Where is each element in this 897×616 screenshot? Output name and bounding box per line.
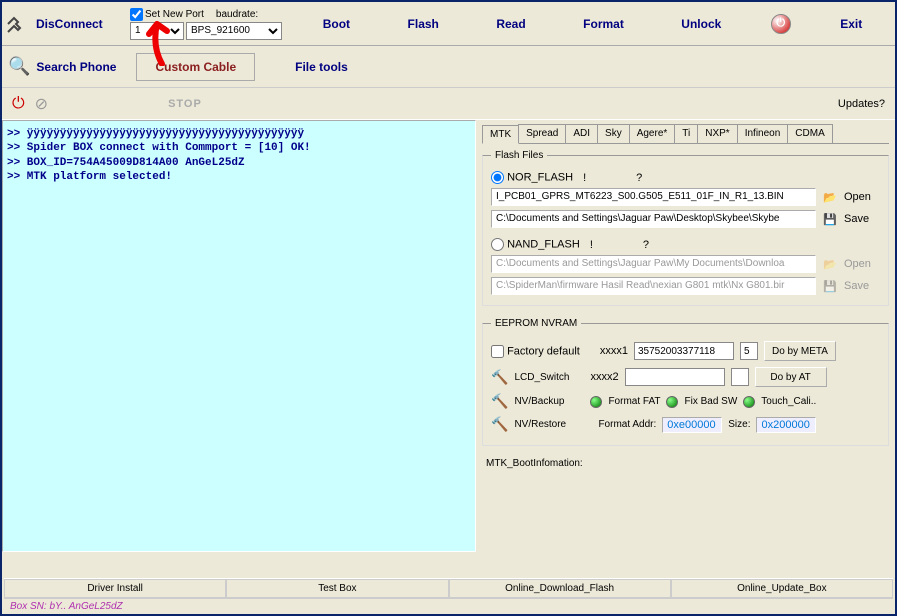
save-button[interactable]: Save [844,213,880,225]
platform-tabs: MTK Spread ADI Sky Agere* Ti NXP* Infine… [482,124,889,144]
cancel-icon: ⊘ [35,94,48,114]
magnifier-icon: 🔍 [8,56,30,77]
log-line: >> ÿÿÿÿÿÿÿÿÿÿÿÿÿÿÿÿÿÿÿÿÿÿÿÿÿÿÿÿÿÿÿÿÿÿÿÿÿ… [7,127,471,141]
test-box-cell[interactable]: Test Box [226,579,448,598]
tab-cdma[interactable]: CDMA [787,124,832,143]
save-disk-icon[interactable]: 💾 [820,213,840,226]
disconnect-label: DisConnect [36,17,103,31]
open-button[interactable]: Open [844,191,880,203]
hammer-icon: 🔨 [491,416,508,433]
save-disk-icon-disabled: 💾 [820,280,840,293]
size-label: Size: [728,419,750,430]
flash-button[interactable]: Flash [400,13,447,35]
tab-nxp[interactable]: NXP* [697,124,737,143]
nor-path2-field[interactable]: C:\Documents and Settings\Jaguar Paw\Des… [491,210,816,228]
shutdown-icon[interactable]: ⏻ [12,95,25,113]
nand-flash-radio[interactable] [491,238,504,251]
stop-label: STOP [168,98,202,110]
green-led-icon [743,396,755,408]
format-button[interactable]: Format [575,13,632,35]
flash-files-fieldset: Flash Files NOR_FLASH ! ? I_PCB01_GPRS_M… [482,150,889,306]
tab-spread[interactable]: Spread [518,124,566,143]
plug-icon [6,14,30,34]
driver-install-cell[interactable]: Driver Install [4,579,226,598]
format-addr-value[interactable]: 0xe00000 [662,417,722,433]
do-by-meta-button[interactable]: Do by META [764,341,836,361]
set-new-port-label: Set New Port [145,9,204,20]
disconnect-button[interactable]: DisConnect [6,14,126,34]
xxxx2-input[interactable] [625,368,725,386]
status-bar: Driver Install Test Box Online_Download_… [4,578,893,598]
factory-default-checkbox[interactable] [491,345,504,358]
green-led-icon [590,396,602,408]
nv-backup-button[interactable]: NV/Backup [514,396,584,407]
green-led-icon [666,396,678,408]
port-select[interactable]: 1 [130,22,184,40]
factory-default-label[interactable]: Factory default [491,345,580,358]
baudrate-label: baudrate: [216,9,258,20]
lcd-switch-button[interactable]: LCD_Switch [514,372,584,383]
format-fat-button[interactable]: Format FAT [608,396,660,407]
box-sn-label: Box SN: bY.. AnGeL25dZ [4,598,893,614]
power-icon[interactable]: ⏻ [771,14,791,34]
touch-cali-button[interactable]: Touch_Cali.. [761,396,816,407]
set-new-port-checkbox[interactable] [130,8,143,21]
exit-button[interactable]: Exit [832,13,870,35]
tab-agere[interactable]: Agere* [629,124,676,143]
boot-button[interactable]: Boot [315,13,358,35]
hammer-icon: 🔨 [491,369,508,386]
tab-infineon[interactable]: Infineon [737,124,789,143]
fix-bad-sw-button[interactable]: Fix Bad SW [684,396,737,407]
nor-path1-field[interactable]: I_PCB01_GPRS_MT6223_S00.G505_E511_01F_IN… [491,188,816,206]
size-value[interactable]: 0x200000 [756,417,816,433]
nor-flash-radio[interactable] [491,171,504,184]
xxxx1-label: xxxx1 [600,345,628,357]
log-line: >> BOX_ID=754A45009D814A00 AnGeL25dZ [7,156,471,170]
updates-link[interactable]: Updates? [838,98,885,110]
search-phone-label: Search Phone [36,60,116,74]
tab-ti[interactable]: Ti [674,124,698,143]
open-folder-icon[interactable]: 📂 [820,191,840,204]
eeprom-fieldset: EEPROM NVRAM Factory default xxxx1 Do by… [482,318,889,446]
xxxx2-label: xxxx2 [590,371,618,383]
nand-path2-field: C:\SpiderMan\firmware Hasil Read\nexian … [491,277,816,295]
log-console: >> ÿÿÿÿÿÿÿÿÿÿÿÿÿÿÿÿÿÿÿÿÿÿÿÿÿÿÿÿÿÿÿÿÿÿÿÿÿ… [2,120,476,552]
unlock-button[interactable]: Unlock [673,13,729,35]
tab-mtk[interactable]: MTK [482,125,519,144]
log-line: >> Spider BOX connect with Commport = [1… [7,141,471,155]
open-button-disabled: Open [844,258,880,270]
flash-files-legend: Flash Files [491,150,547,161]
do-by-at-button[interactable]: Do by AT [755,367,827,387]
custom-cable-button[interactable]: Custom Cable [136,53,255,81]
nor-flash-radio-label[interactable]: NOR_FLASH [491,171,573,184]
boot-info-label: MTK_BootInfomation: [482,452,889,475]
baudrate-select[interactable]: BPS_921600 [186,22,282,40]
xxxx1-small-input[interactable] [740,342,758,360]
file-tools-button[interactable]: File tools [295,60,348,74]
nand-path1-field: C:\Documents and Settings\Jaguar Paw\My … [491,255,816,273]
online-update-box-cell[interactable]: Online_Update_Box [671,579,893,598]
search-phone-button[interactable]: 🔍 Search Phone [8,56,116,77]
xxxx1-input[interactable] [634,342,734,360]
eeprom-legend: EEPROM NVRAM [491,318,581,329]
hammer-icon: 🔨 [491,393,508,410]
format-addr-label: Format Addr: [598,419,656,430]
tab-sky[interactable]: Sky [597,124,630,143]
xxxx2-small-input[interactable] [731,368,749,386]
read-button[interactable]: Read [488,13,533,35]
log-line: >> MTK platform selected! [7,170,471,184]
save-button-disabled: Save [844,280,880,292]
open-folder-icon-disabled: 📂 [820,258,840,271]
nv-restore-button[interactable]: NV/Restore [514,419,584,430]
nand-flash-radio-label[interactable]: NAND_FLASH [491,238,580,251]
online-download-flash-cell[interactable]: Online_Download_Flash [449,579,671,598]
tab-adi[interactable]: ADI [565,124,598,143]
